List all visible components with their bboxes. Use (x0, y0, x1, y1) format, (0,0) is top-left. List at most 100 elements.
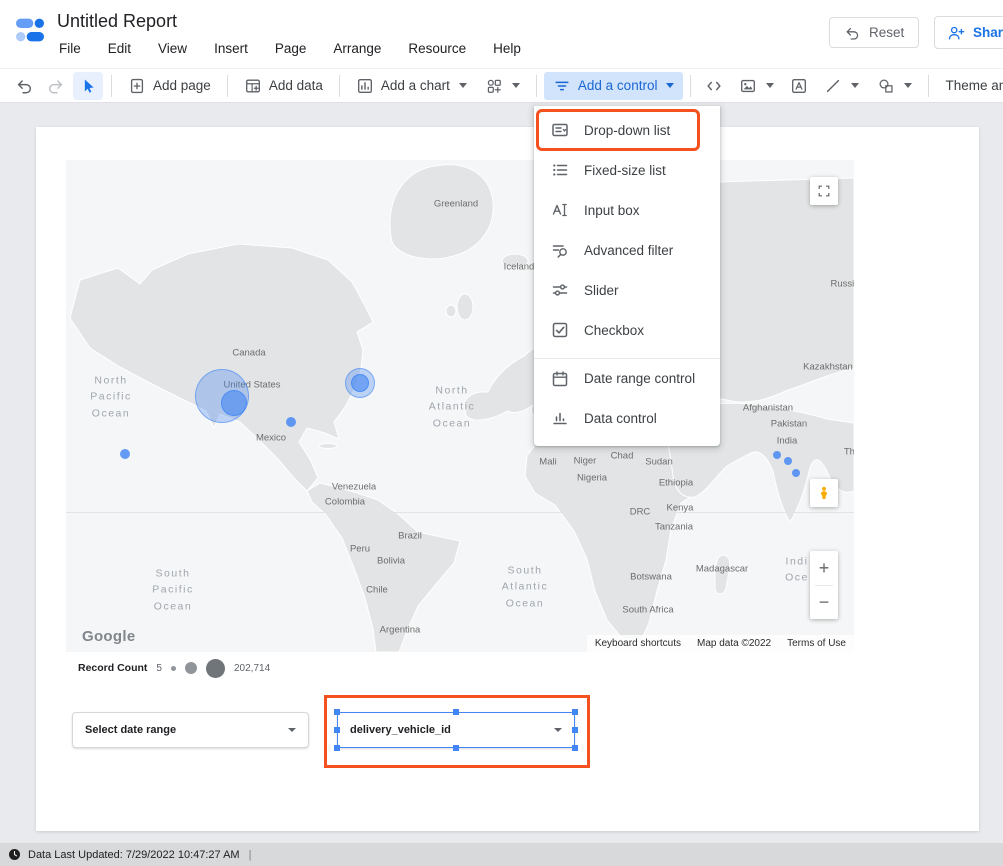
add-page-button[interactable]: Add page (119, 72, 220, 100)
pegman-icon (816, 483, 832, 503)
image-icon (739, 77, 757, 95)
map-bubble[interactable] (351, 374, 369, 392)
community-visualizations-button[interactable] (476, 72, 529, 100)
resize-handle[interactable] (453, 745, 459, 751)
control-menu-item-icon (550, 160, 570, 180)
map-bubble[interactable] (221, 390, 247, 416)
reset-undo-icon (844, 25, 860, 41)
legend: Record Count 5 202,714 (78, 657, 270, 679)
control-menu-item-label: Input box (584, 203, 640, 218)
add-control-button[interactable]: Add a control (544, 72, 684, 100)
datastudio-logo[interactable] (14, 14, 46, 46)
undo-icon (15, 76, 33, 96)
add-control-menu: Drop-down list Fixed-size list Input box… (534, 106, 720, 446)
chevron-down-icon (851, 83, 859, 88)
control-menu-item[interactable]: Slider (534, 270, 720, 310)
add-data-button[interactable]: Add data (235, 72, 332, 100)
date-range-control[interactable]: Select date range (72, 712, 309, 748)
map-attribution-item[interactable]: Map data ©2022 (697, 638, 771, 649)
redo-button[interactable] (41, 72, 71, 100)
map-bubble[interactable] (773, 451, 781, 459)
report-page[interactable]: GreenlandIcelandCanadaRussiaKazakhstanUn… (36, 127, 979, 831)
resize-handle[interactable] (453, 709, 459, 715)
menubar: File Edit View Insert Page Arrange Resource Hel… (59, 41, 521, 56)
toolbar-divider (227, 75, 228, 97)
control-menu-item-label: Date range control (584, 371, 695, 386)
chevron-down-icon (666, 83, 674, 88)
resize-handle[interactable] (334, 727, 340, 733)
control-menu-item-label: Drop-down list (584, 123, 670, 138)
control-menu-item[interactable]: Fixed-size list (534, 150, 720, 190)
redo-icon (47, 76, 65, 96)
theme-layout-button[interactable]: Theme and layout (936, 72, 1003, 100)
toolbar-divider (928, 75, 929, 97)
resize-handle[interactable] (334, 745, 340, 751)
url-embed-button[interactable] (699, 72, 729, 100)
resize-handle[interactable] (334, 709, 340, 715)
geo-bubble-map[interactable]: GreenlandIcelandCanadaRussiaKazakhstanUn… (66, 160, 854, 652)
person-add-icon (947, 24, 965, 42)
delivery-vehicle-id-control[interactable]: delivery_vehicle_id (337, 712, 575, 748)
code-icon (705, 76, 723, 96)
map-attribution-item[interactable]: Keyboard shortcuts (595, 638, 681, 649)
resize-handle[interactable] (572, 727, 578, 733)
chevron-down-icon (554, 728, 562, 732)
add-control-icon (553, 77, 571, 95)
legend-title: Record Count (78, 662, 147, 674)
toolbar-divider (690, 75, 691, 97)
reset-button[interactable]: Reset (829, 17, 919, 48)
resize-handle[interactable] (572, 745, 578, 751)
delivery-vehicle-id-label: delivery_vehicle_id (350, 724, 451, 736)
control-menu-item-label: Fixed-size list (584, 163, 666, 178)
add-chart-icon (356, 77, 374, 95)
toolbar: Add page Add data Add a chart Add a cont… (0, 68, 1003, 103)
google-logo: Google (82, 628, 135, 645)
map-bubble[interactable] (120, 449, 130, 459)
menubar-item[interactable]: Edit (108, 41, 131, 56)
map-bubble[interactable] (286, 417, 296, 427)
add-page-label: Add page (153, 78, 211, 93)
map-bubble[interactable] (792, 469, 800, 477)
menubar-item[interactable]: Resource (408, 41, 466, 56)
control-menu-item[interactable]: Drop-down list (534, 110, 720, 150)
control-menu-item[interactable]: Date range control (534, 358, 720, 398)
reset-label: Reset (869, 25, 904, 40)
menubar-item[interactable]: Arrange (333, 41, 381, 56)
add-control-label: Add a control (578, 78, 658, 93)
map-attribution-item[interactable]: Terms of Use (787, 638, 846, 649)
control-menu-item[interactable]: Checkbox (534, 310, 720, 350)
chevron-down-icon (904, 83, 912, 88)
select-tool-button[interactable] (73, 72, 103, 100)
menubar-item[interactable]: File (59, 41, 81, 56)
zoom-in-button[interactable]: + (810, 551, 838, 585)
control-menu-item[interactable]: Data control (534, 398, 720, 438)
menubar-item[interactable]: Help (493, 41, 521, 56)
image-button[interactable] (730, 72, 783, 100)
menubar-item[interactable]: View (158, 41, 187, 56)
fullscreen-button[interactable] (810, 177, 838, 205)
add-chart-label: Add a chart (381, 78, 450, 93)
map-bubble[interactable] (784, 457, 792, 465)
report-title[interactable]: Untitled Report (57, 11, 177, 32)
add-chart-button[interactable]: Add a chart (347, 72, 476, 100)
cursor-icon (79, 76, 97, 96)
shape-button[interactable] (868, 72, 921, 100)
toolbar-divider (536, 75, 537, 97)
control-menu-item-icon (550, 120, 570, 140)
pegman-streetview-button[interactable] (810, 479, 838, 507)
control-menu-item[interactable]: Input box (534, 190, 720, 230)
control-menu-item-icon (550, 240, 570, 260)
menubar-item[interactable]: Page (275, 41, 307, 56)
undo-button[interactable] (9, 72, 39, 100)
control-menu-item-label: Slider (584, 283, 619, 298)
resize-handle[interactable] (572, 709, 578, 715)
add-page-icon (128, 77, 146, 95)
legend-bubble-medium (185, 662, 197, 674)
menubar-item[interactable]: Insert (214, 41, 248, 56)
control-menu-item[interactable]: Advanced filter (534, 230, 720, 270)
zoom-out-button[interactable]: − (810, 586, 838, 620)
line-button[interactable] (815, 72, 868, 100)
share-button[interactable]: Share (934, 16, 1003, 49)
add-data-label: Add data (269, 78, 323, 93)
text-button[interactable] (784, 72, 814, 100)
